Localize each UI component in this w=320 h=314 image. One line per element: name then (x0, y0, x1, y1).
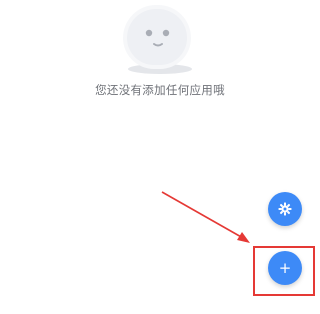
settings-button[interactable] (268, 192, 302, 226)
gear-icon (278, 202, 292, 216)
annotation-highlight-box (253, 246, 315, 296)
smiley-face-icon (127, 9, 187, 65)
empty-state-illustration (124, 6, 196, 76)
empty-state-message: 您还没有添加任何应用哦 (95, 83, 225, 97)
illustration-shadow (128, 64, 192, 74)
